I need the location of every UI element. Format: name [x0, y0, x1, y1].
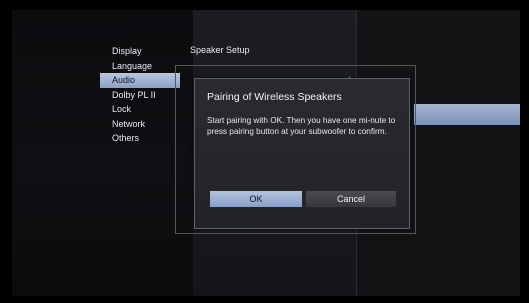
menu-item-label: Others: [112, 133, 140, 143]
menu-item-dolby-pl-ii[interactable]: Dolby PL II: [100, 88, 180, 103]
menu-item-label: Display: [112, 46, 142, 56]
menu-item-label: Network: [112, 118, 146, 129]
menu-item-network[interactable]: Network: [100, 117, 180, 132]
menu-item-language[interactable]: Language: [100, 59, 180, 74]
menu-item-label: Lock: [112, 104, 132, 114]
menu-item-label: Language: [112, 60, 153, 71]
dialog-message: Start pairing with OK. Then you have one…: [207, 116, 396, 137]
selected-option-highlight[interactable]: [414, 104, 520, 125]
menu-item-display[interactable]: Display: [100, 44, 180, 59]
pairing-dialog: Pairing of Wireless Speakers Start pairi…: [194, 78, 410, 229]
menu-item-audio[interactable]: Audio: [100, 73, 180, 88]
menu-item-others[interactable]: Others: [100, 131, 180, 146]
cancel-button[interactable]: Cancel: [306, 191, 396, 207]
menu-item-lock[interactable]: Lock: [100, 102, 180, 117]
menu-item-label: Audio: [112, 75, 136, 85]
settings-menu: Display Language Audio Dolby PL II Lock …: [100, 44, 180, 146]
section-title: Speaker Setup: [190, 45, 250, 55]
dialog-title: Pairing of Wireless Speakers: [207, 91, 342, 103]
menu-item-label: Dolby PL II: [112, 89, 156, 100]
ok-button[interactable]: OK: [210, 191, 302, 207]
